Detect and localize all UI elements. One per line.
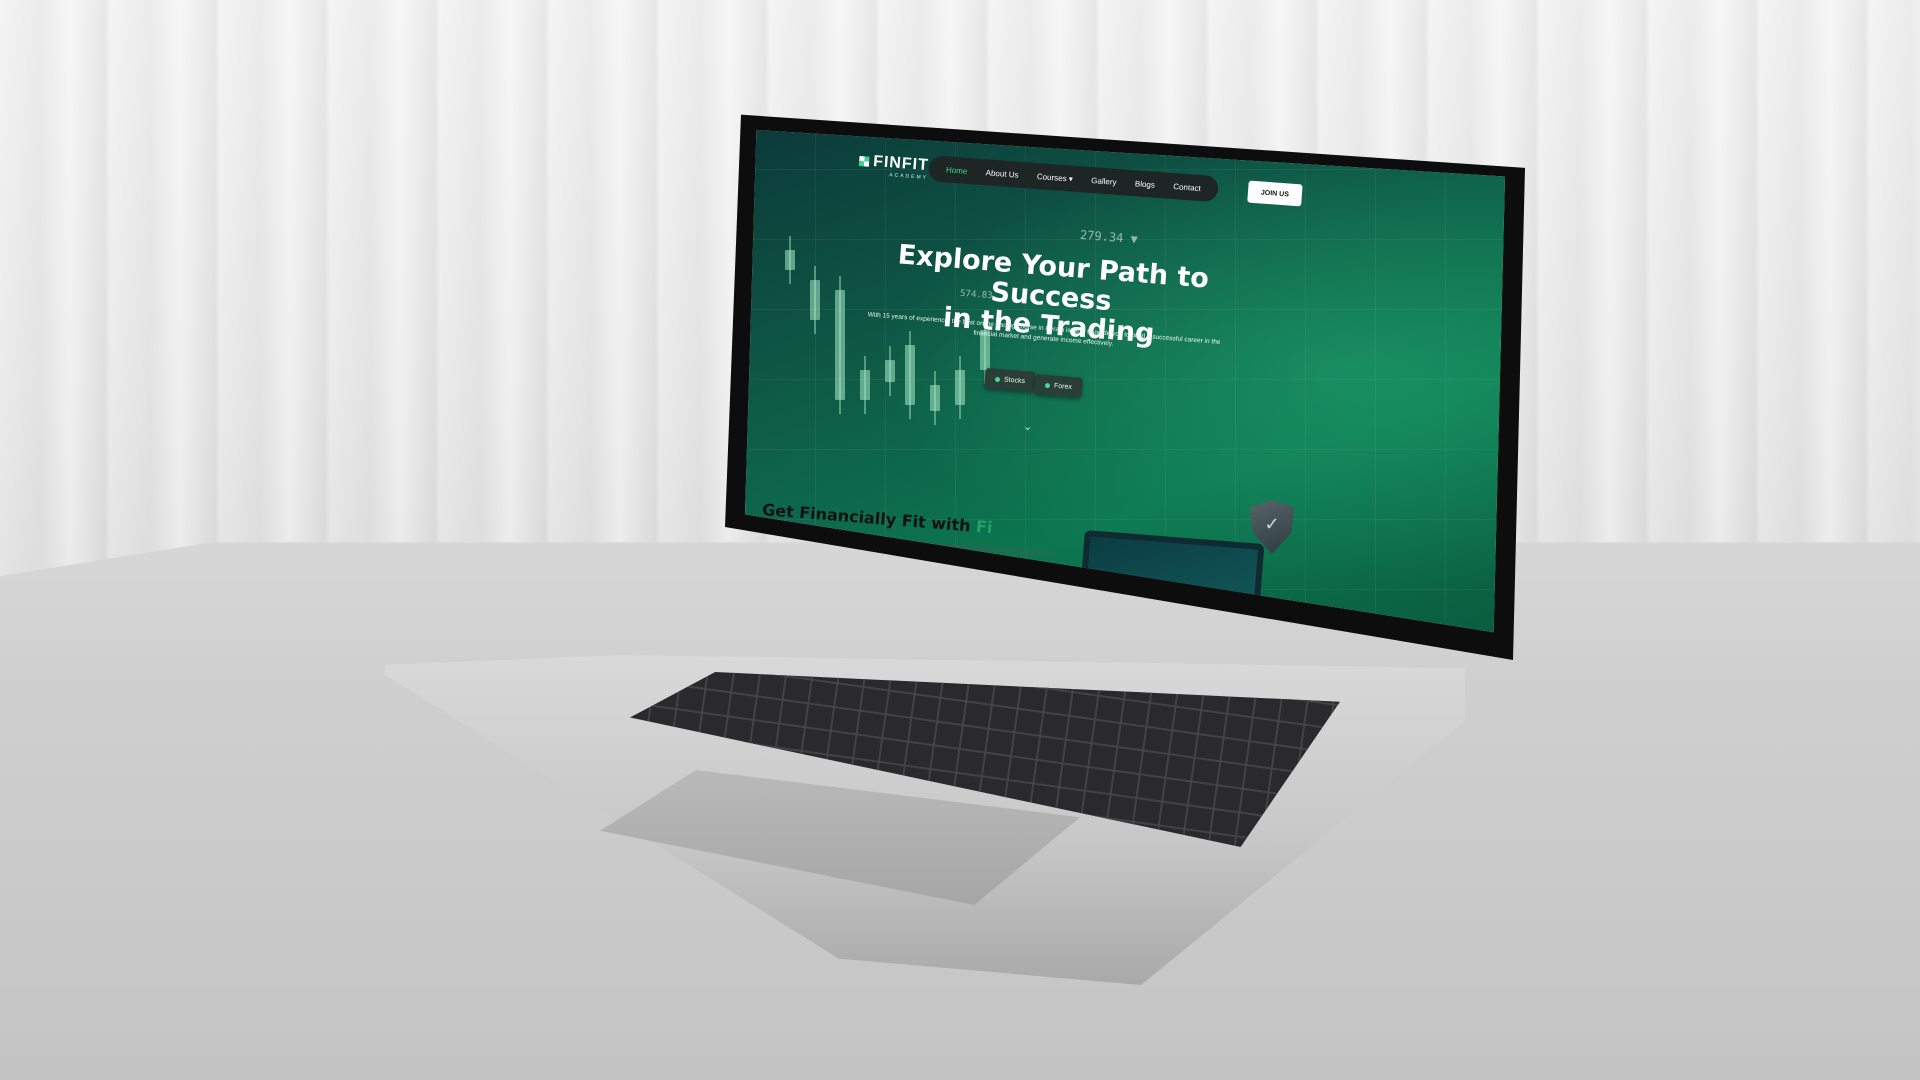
chart-candle	[905, 331, 915, 419]
chart-candle	[930, 371, 940, 425]
scroll-down-icon[interactable]: ⌄	[1023, 420, 1032, 433]
check-icon: ✓	[1264, 514, 1280, 534]
chart-candle	[885, 346, 895, 396]
chart-candle	[810, 266, 820, 334]
section-title-accent: Fi	[975, 516, 994, 538]
nav-about-us[interactable]: About Us	[985, 168, 1018, 179]
logo-mark-icon	[858, 155, 870, 167]
join-us-button[interactable]: JOIN US	[1247, 180, 1303, 207]
nav-gallery[interactable]: Gallery	[1091, 176, 1117, 187]
stocks-dot-icon	[994, 376, 1001, 382]
stocks-chip-label: Stocks	[1003, 376, 1026, 385]
forex-chip-label: Forex	[1053, 382, 1073, 391]
forex-dot-icon	[1044, 382, 1051, 388]
logo-text: FINFIT	[872, 153, 930, 175]
nav-home[interactable]: Home	[946, 165, 968, 176]
chart-candle	[835, 276, 845, 414]
chart-candle	[860, 356, 870, 414]
finfit-logo[interactable]: FINFIT ACADEMY	[858, 152, 929, 181]
nav-contact[interactable]: Contact	[1173, 182, 1201, 193]
chart-candle	[955, 356, 965, 419]
nav-blogs[interactable]: Blogs	[1135, 179, 1156, 189]
forex-chip[interactable]: Forex	[1034, 374, 1083, 398]
chart-candle	[785, 236, 795, 284]
stocks-chip[interactable]: Stocks	[984, 368, 1036, 392]
nav-courses[interactable]: Courses ▾	[1037, 172, 1074, 184]
